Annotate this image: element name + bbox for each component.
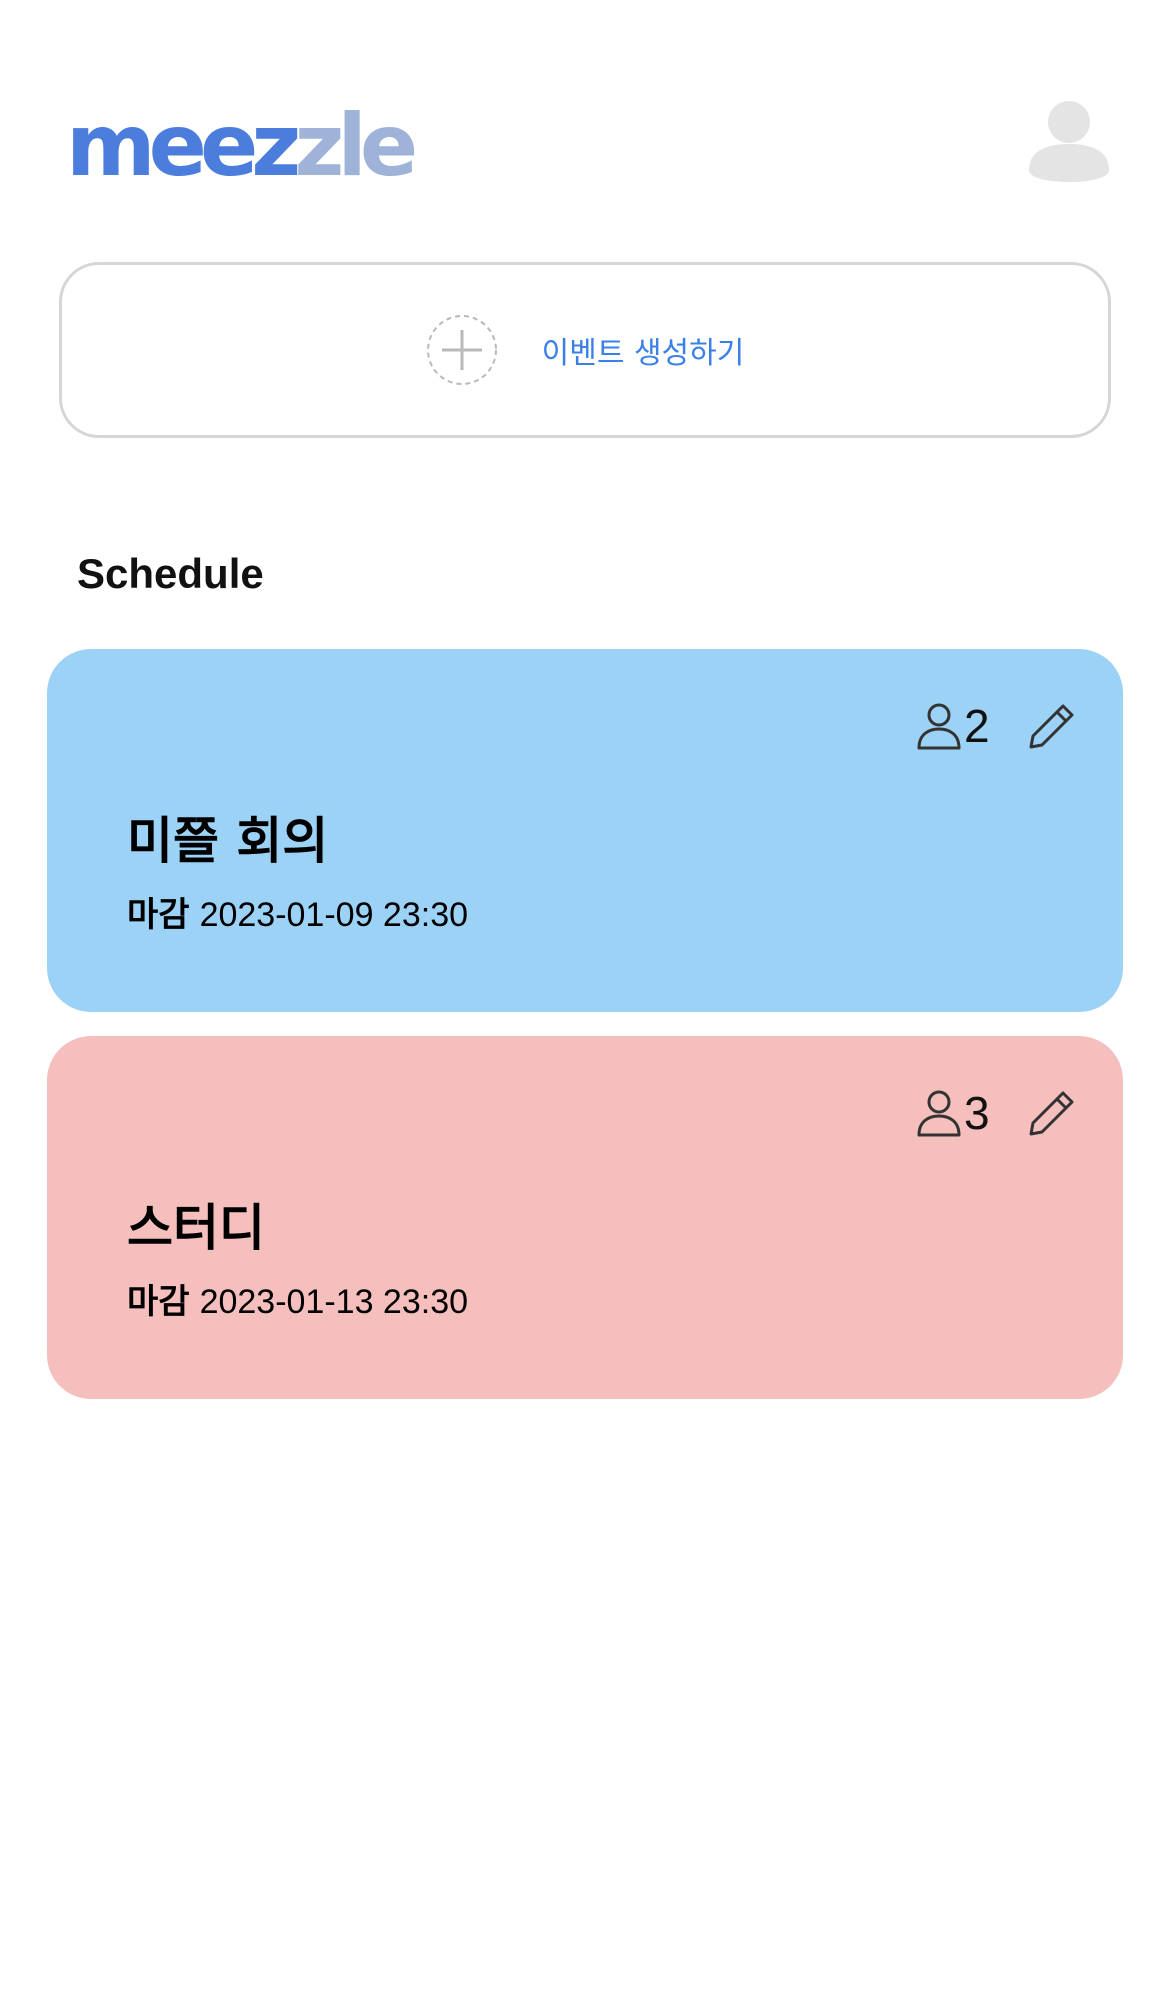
- participant-count-value: 2: [964, 700, 990, 752]
- plus-circle-icon: [426, 315, 497, 385]
- app-header: meezzle: [0, 0, 1170, 230]
- participant-count: 2: [916, 699, 990, 753]
- participant-count: 3: [916, 1086, 990, 1140]
- event-deadline: 마감 2023-01-13 23:30: [127, 1274, 468, 1323]
- deadline-value: 2023-01-09 23:30: [199, 896, 469, 934]
- pencil-edit-icon[interactable]: [1027, 701, 1077, 751]
- deadline-label: 마감: [127, 895, 190, 935]
- event-card[interactable]: 3 스터디 마감 2023-01-13 23:30: [47, 1036, 1123, 1399]
- person-icon: [917, 1090, 961, 1137]
- user-avatar-icon[interactable]: [1028, 100, 1110, 182]
- person-icon: [917, 703, 961, 750]
- event-card[interactable]: 2 미쯜 회의 마감 2023-01-09 23:30: [47, 649, 1123, 1012]
- meezzle-logo[interactable]: meezzle: [66, 96, 418, 196]
- participant-count-value: 3: [964, 1087, 990, 1139]
- pencil-edit-icon[interactable]: [1027, 1088, 1077, 1138]
- logo-part-2: zle: [294, 96, 418, 196]
- event-title: 미쯜 회의: [127, 812, 329, 870]
- create-event-label: 이벤트 생성하기: [541, 336, 745, 371]
- create-event-button[interactable]: 이벤트 생성하기: [59, 262, 1111, 438]
- logo-part-1: meez: [66, 96, 301, 196]
- schedule-section-title: Schedule: [77, 550, 264, 597]
- deadline-label: 마감: [127, 1282, 190, 1322]
- event-title: 스터디: [127, 1199, 265, 1257]
- event-deadline: 마감 2023-01-09 23:30: [127, 887, 468, 936]
- deadline-value: 2023-01-13 23:30: [199, 1283, 469, 1321]
